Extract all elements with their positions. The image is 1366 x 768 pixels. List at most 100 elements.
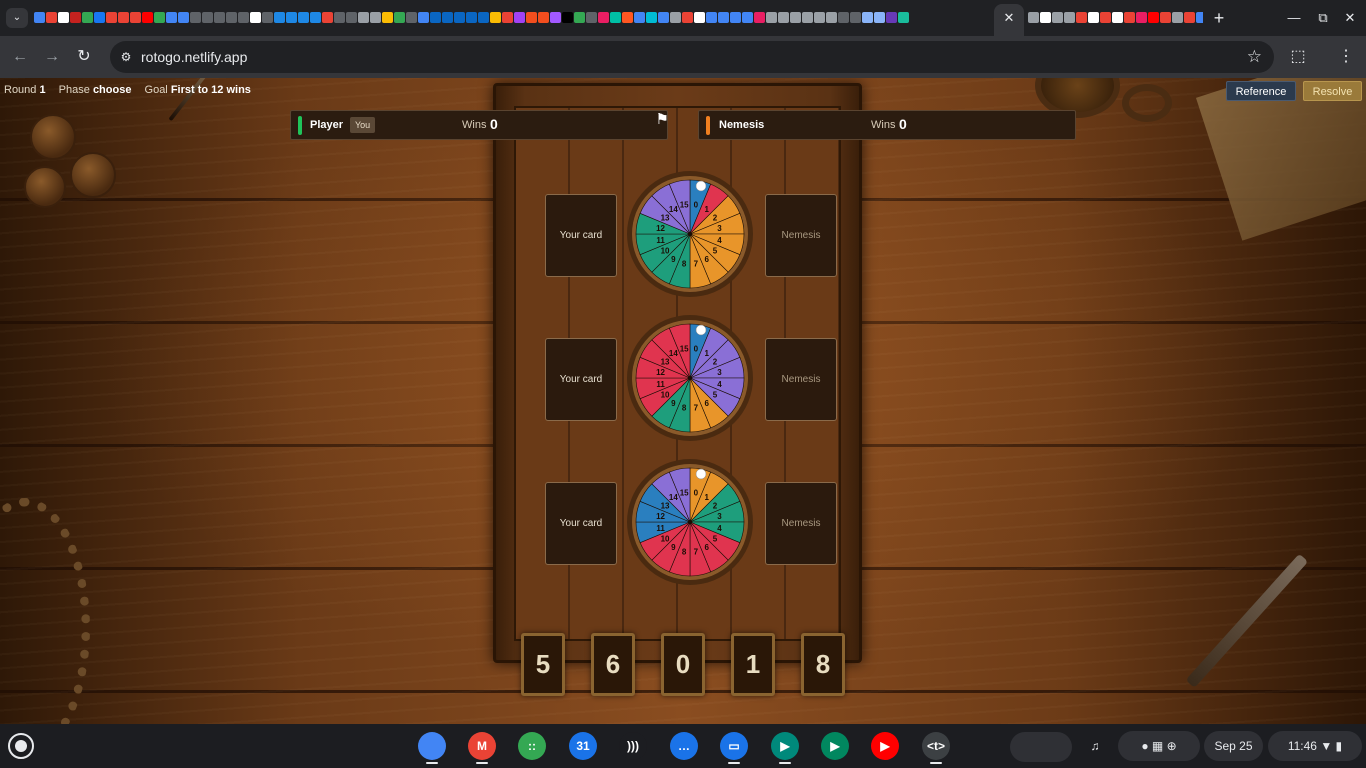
minimize-icon[interactable]: ― [1284,8,1304,28]
tab-favicon-icon[interactable] [550,12,561,23]
your-card-slot-3[interactable]: Your card [545,482,617,565]
tab-favicon-icon[interactable] [274,12,285,23]
launcher-icon[interactable] [8,733,34,759]
tab-favicon-icon[interactable] [142,12,153,23]
tab-favicon-icon[interactable] [586,12,597,23]
tab-favicon-icon[interactable] [514,12,525,23]
tab-favicon-icon[interactable] [370,12,381,23]
new-tab-icon[interactable]: + [1210,8,1228,28]
tab-favicon-icon[interactable] [70,12,81,23]
tab-favicon-icon[interactable] [766,12,777,23]
flag-icon[interactable]: ⚑ [656,110,669,128]
address-bar[interactable]: ⚙ rotogo.netlify.app ☆ [110,41,1274,73]
tab-favicon-icon[interactable] [310,12,321,23]
tab-favicon-icon[interactable] [646,12,657,23]
tab-favicon-icon[interactable] [346,12,357,23]
tab-favicon-icon[interactable] [730,12,741,23]
tab-favicon-icon[interactable] [526,12,537,23]
tab-favicon-icon[interactable] [1100,12,1111,23]
tab-favicon-icon[interactable] [358,12,369,23]
tab-favicon-icon[interactable] [562,12,573,23]
tab-favicon-icon[interactable] [778,12,789,23]
close-window-icon[interactable]: ✕ [1340,8,1360,28]
tab-favicon-icon[interactable] [58,12,69,23]
tab-favicon-icon[interactable] [1088,12,1099,23]
tab-favicon-icon[interactable] [478,12,489,23]
tab-favicon-icon[interactable] [1172,12,1183,23]
tab-favicon-icon[interactable] [1148,12,1159,23]
your-card-slot-2[interactable]: Your card [545,338,617,421]
tray-tools[interactable]: ● ▦ ⊕ [1118,731,1200,761]
gmail-icon[interactable]: M [468,732,496,760]
tab-favicon-icon[interactable] [202,12,213,23]
files-icon[interactable]: ▭ [720,732,748,760]
meet-icon[interactable]: ▶ [771,732,799,760]
tab-favicon-icon[interactable] [190,12,201,23]
tab-favicon-icon[interactable] [1076,12,1087,23]
tab-favicon-icon[interactable] [238,12,249,23]
tab-favicon-icon[interactable] [490,12,501,23]
tab-favicon-icon[interactable] [466,12,477,23]
tab-favicon-icon[interactable] [382,12,393,23]
extensions-icon[interactable]: ⬚ [1286,45,1310,69]
reference-button[interactable]: Reference [1226,81,1296,101]
tab-favicon-icon[interactable] [610,12,621,23]
calendar-icon[interactable]: 31 [569,732,597,760]
shelf-pod[interactable] [1010,732,1072,762]
tab-favicon-icon[interactable] [658,12,669,23]
tab-favicon-icon[interactable] [130,12,141,23]
tab-favicon-icon[interactable] [322,12,333,23]
tab-favicon-icon[interactable] [850,12,861,23]
status-area[interactable]: 11:46 ▼ ▮ [1268,731,1362,761]
tab-favicon-icon[interactable] [886,12,897,23]
tab-favicon-icon[interactable] [718,12,729,23]
tab-favicon-icon[interactable] [418,12,429,23]
tab-favicon-icon[interactable] [598,12,609,23]
tab-favicon-icon[interactable] [334,12,345,23]
active-tab-close-icon[interactable]: ✕ [994,4,1024,36]
forward-icon[interactable]: → [40,45,64,69]
tab-favicon-icon[interactable] [634,12,645,23]
tab-favicon-icon[interactable] [862,12,873,23]
cast-icon[interactable]: ))) [619,732,647,760]
tab-favicon-icon[interactable] [742,12,753,23]
tab-favicon-icon[interactable] [802,12,813,23]
tab-favicon-icon[interactable] [838,12,849,23]
tab-favicon-icon[interactable] [262,12,273,23]
tab-favicon-icon[interactable] [298,12,309,23]
tab-favicon-icon[interactable] [574,12,585,23]
resolve-button[interactable]: Resolve [1303,81,1362,101]
tab-favicon-icon[interactable] [34,12,45,23]
tab-favicon-icon[interactable] [694,12,705,23]
tab-favicon-icon[interactable] [1052,12,1063,23]
tab-favicon-icon[interactable] [622,12,633,23]
date-display[interactable]: Sep 25 [1204,731,1263,761]
tab-favicon-icon[interactable] [82,12,93,23]
tab-favicon-icon[interactable] [1160,12,1171,23]
tab-favicon-icon[interactable] [166,12,177,23]
tab-favicon-icon[interactable] [94,12,105,23]
url-text[interactable]: rotogo.netlify.app [141,49,247,65]
tab-favicon-icon[interactable] [430,12,441,23]
messages-icon[interactable]: … [670,732,698,760]
tab-favicon-icon[interactable] [226,12,237,23]
tab-favicon-icon[interactable] [442,12,453,23]
back-icon[interactable]: ← [8,45,32,69]
tab-favicon-icon[interactable] [538,12,549,23]
tab-favicon-icon[interactable] [814,12,825,23]
web-app-icon[interactable]: <t> [922,732,950,760]
restore-icon[interactable]: ⧉ [1313,8,1333,28]
menu-icon[interactable]: ⋮ [1334,45,1358,69]
tab-favicon-icon[interactable] [1040,12,1051,23]
tab-favicon-icon[interactable] [454,12,465,23]
tab-favicon-icon[interactable] [46,12,57,23]
tab-favicon-icon[interactable] [1028,12,1039,23]
add-icon[interactable]: ⊕ [1167,739,1177,753]
tab-favicon-icon[interactable] [1112,12,1123,23]
tab-favicon-icon[interactable] [394,12,405,23]
tab-favicon-icon[interactable] [1136,12,1147,23]
tab-favicon-icon[interactable] [1196,12,1203,23]
reload-icon[interactable]: ↻ [72,45,96,69]
youtube-icon[interactable]: ▶ [871,732,899,760]
tab-favicon-icon[interactable] [790,12,801,23]
